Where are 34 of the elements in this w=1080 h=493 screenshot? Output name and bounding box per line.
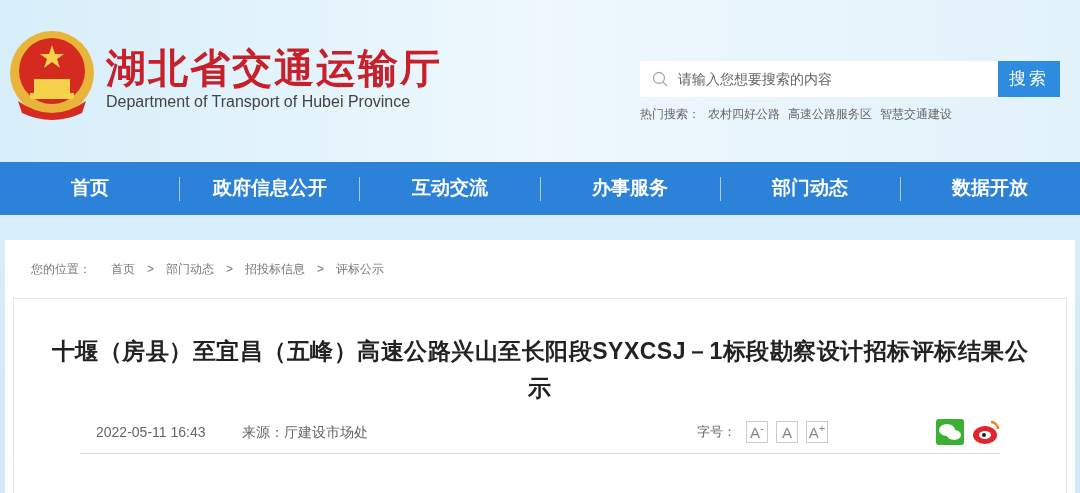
breadcrumb-separator: > <box>147 261 154 278</box>
wechat-icon[interactable] <box>936 419 964 445</box>
search-icon <box>652 71 668 87</box>
article-title: 十堰（房县）至宜昌（五峰）高速公路兴山至长阳段SYXCSJ－1标段勘察设计招标评标结果公示 <box>50 337 1030 403</box>
nav-tab[interactable]: 政府信息公开 <box>180 162 360 215</box>
source-label: 来源： <box>241 422 284 442</box>
breadcrumb-link[interactable]: 首页 <box>111 260 135 278</box>
search-button[interactable]: 搜索 <box>998 61 1060 97</box>
article-date: 2022-05-11 16:43 <box>96 422 206 442</box>
font-size-button[interactable]: A$^{-}$ <box>746 421 768 443</box>
nav-tab[interactable]: 首页 <box>0 162 180 215</box>
nav-tab[interactable]: 互动交流 <box>360 162 540 215</box>
site-title: 湖北省交通运输厅 <box>106 48 442 88</box>
hot-search-label: 热门搜索： <box>640 106 700 123</box>
font-size-button[interactable]: A$^{+}$ <box>806 421 828 443</box>
hot-search-link[interactable]: 高速公路服务区 <box>788 105 872 123</box>
site-subtitle: Department of Transport of Hubei Province <box>106 94 412 110</box>
font-size-label: 字号： <box>697 423 736 442</box>
breadcrumb-separator: > <box>226 261 234 278</box>
hot-search-link[interactable]: 农村四好公路 <box>708 105 780 123</box>
breadcrumb-separator: > <box>317 261 325 278</box>
national-emblem-icon <box>8 29 96 123</box>
nav-tab[interactable]: 数据开放 <box>900 162 1080 215</box>
search-field[interactable]: 请输入您想要搜索的内容 <box>640 61 998 97</box>
breadcrumb-label: 您的位置： <box>31 261 91 278</box>
font-size-button[interactable]: A <box>776 421 798 443</box>
breadcrumb-link[interactable]: 评标公示 <box>336 260 385 278</box>
hot-search-link[interactable]: 智慧交通建设 <box>880 105 952 123</box>
breadcrumb-link[interactable]: 招投标信息 <box>245 260 306 278</box>
nav-tab[interactable]: 办事服务 <box>540 162 720 215</box>
weibo-icon[interactable] <box>972 419 1000 445</box>
article-source: 厅建设市场处 <box>283 422 368 442</box>
nav-tab[interactable]: 部门动态 <box>720 162 900 215</box>
breadcrumb-link[interactable]: 部门动态 <box>166 260 214 278</box>
